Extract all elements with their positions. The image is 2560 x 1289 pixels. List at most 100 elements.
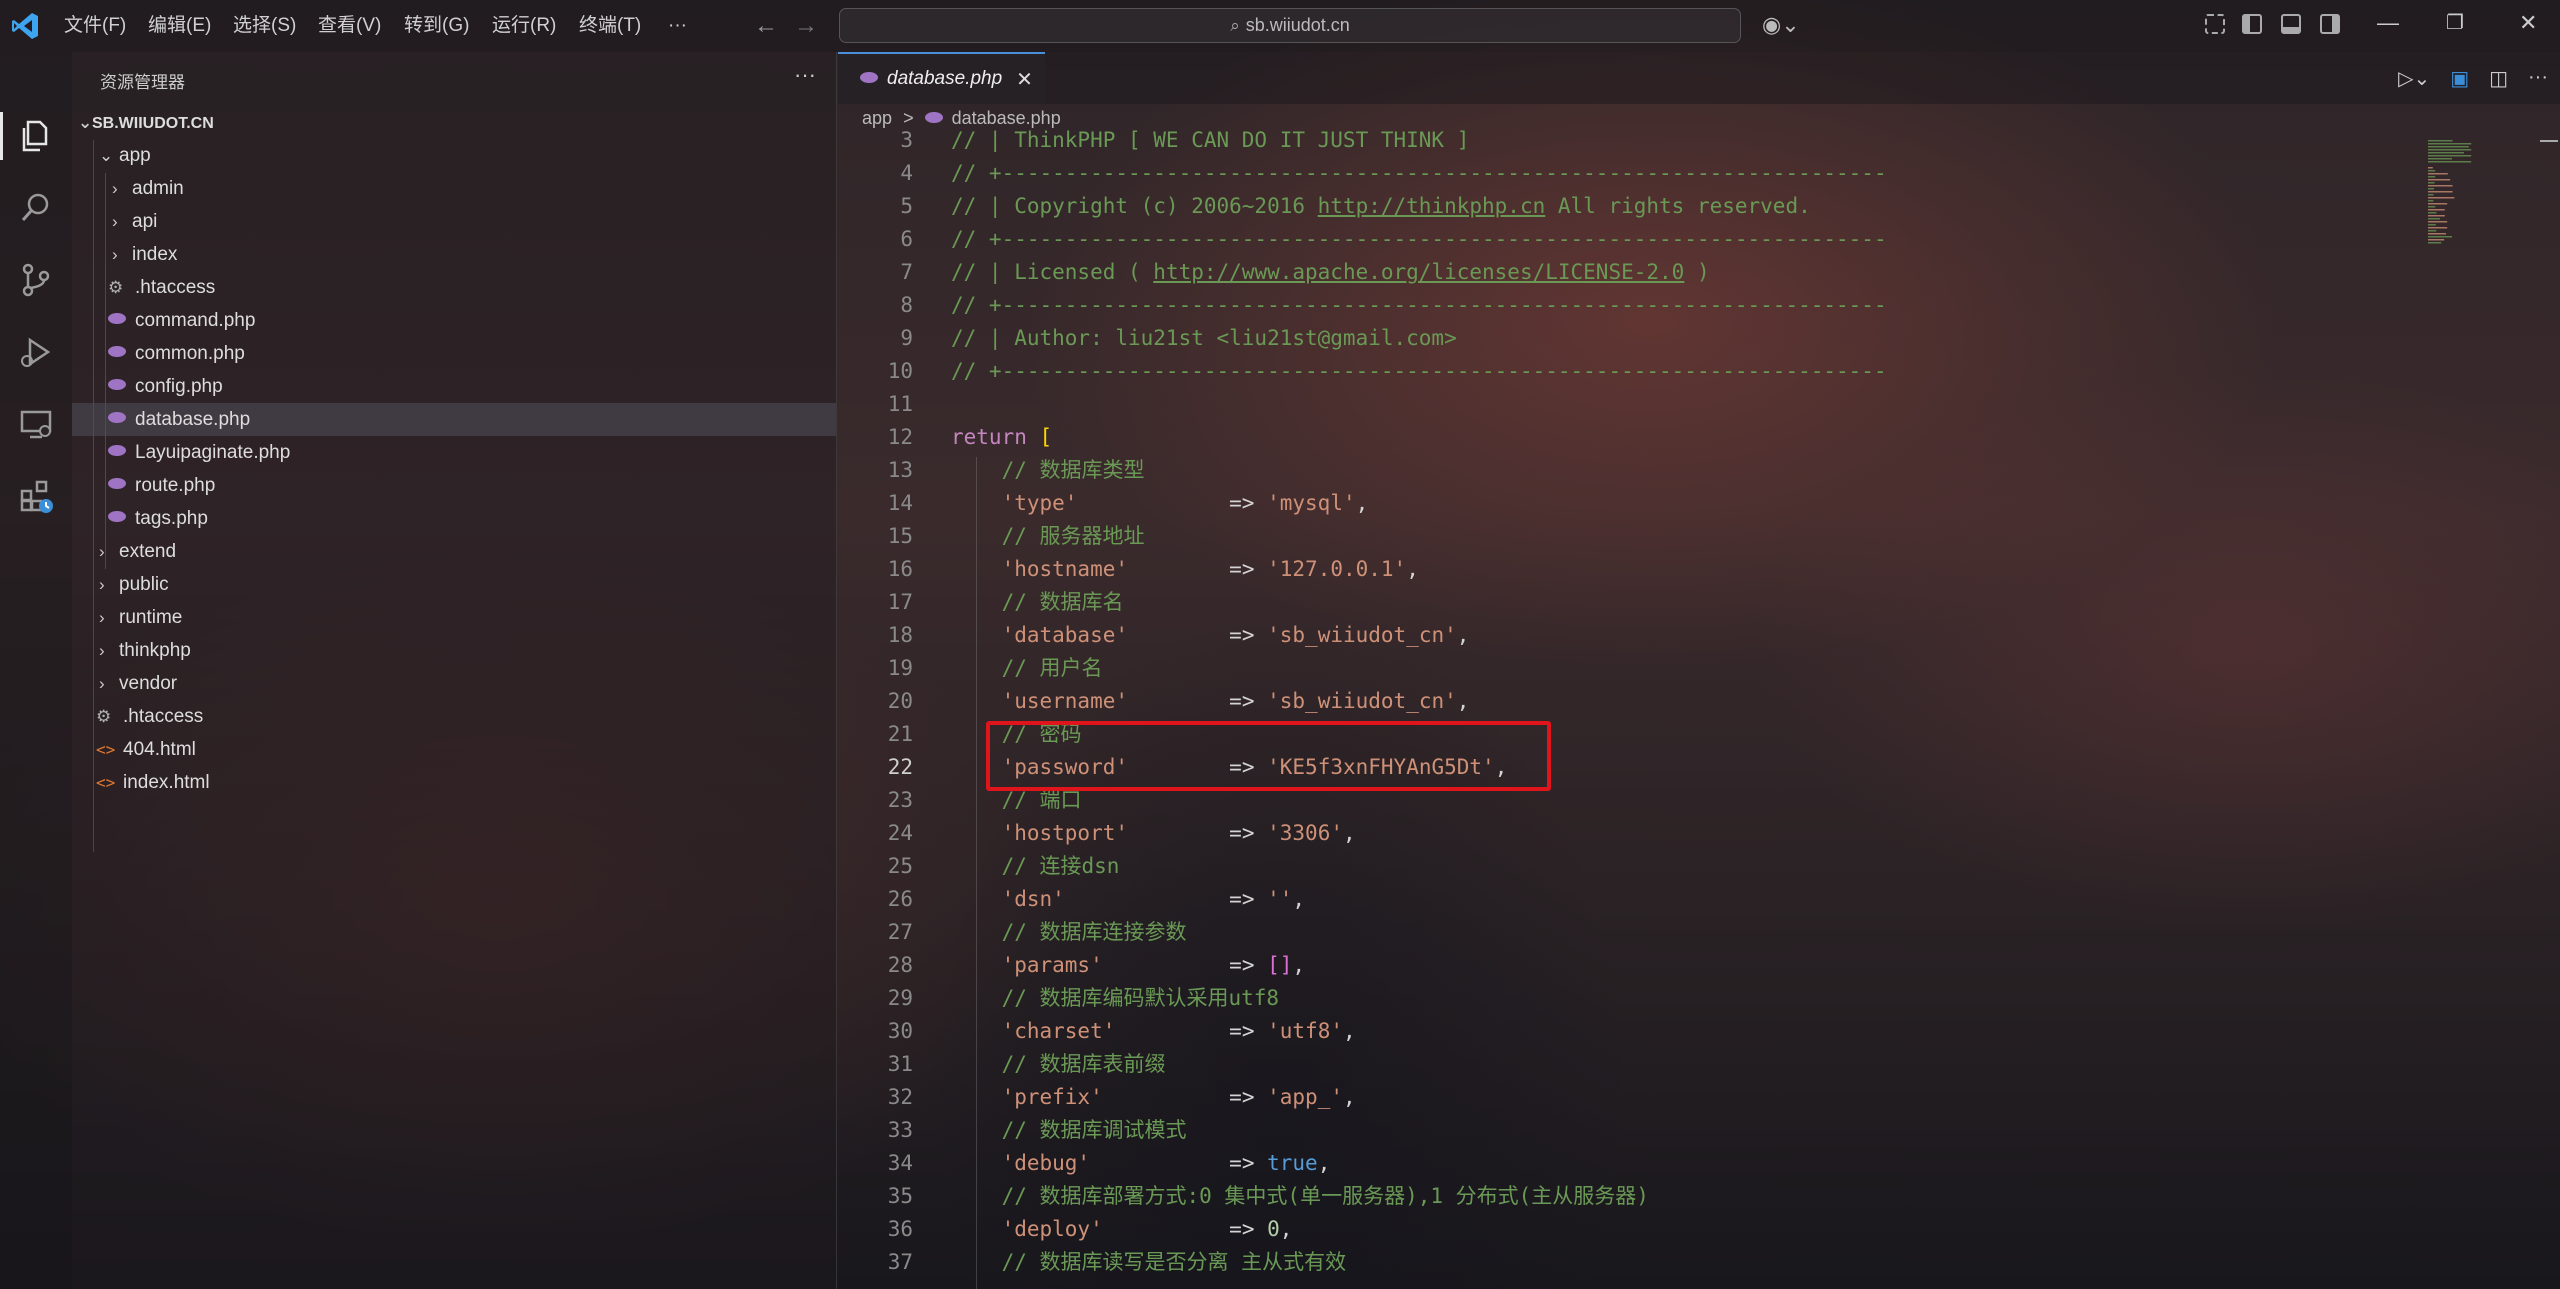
code-line[interactable]: // | Licensed ( http://www.apache.org/li… — [951, 256, 1710, 289]
tree-item-label: .htaccess — [135, 277, 216, 298]
tree-folder-index[interactable]: › index — [72, 238, 836, 271]
line-number: 12 — [887, 425, 913, 449]
menu-run[interactable]: 运行(R) — [492, 0, 556, 52]
tree-folder-extend[interactable]: › extend — [72, 535, 836, 568]
code-line[interactable]: // 数据库类型 — [951, 454, 1145, 487]
split-editor-icon[interactable]: ◫ — [2489, 66, 2508, 91]
tree-folder-api[interactable]: › api — [72, 205, 836, 238]
tree-file-layuipaginate-php[interactable]: Layuipaginate.php — [72, 436, 836, 469]
open-changes-icon[interactable]: ▣ — [2450, 66, 2469, 91]
arrow-left-icon[interactable]: ← — [754, 12, 778, 40]
tree-folder-runtime[interactable]: › runtime — [72, 601, 836, 634]
breadcrumb-file[interactable]: database.php — [952, 108, 1061, 128]
source-control-icon[interactable] — [18, 262, 54, 298]
run-debug-icon[interactable] — [18, 334, 54, 370]
code-line[interactable]: 'username' => 'sb_wiiudot_cn', — [951, 685, 1470, 718]
menu-edit[interactable]: 编辑(E) — [148, 0, 211, 52]
tree-file-root-htaccess[interactable]: ⚙ .htaccess — [72, 700, 836, 733]
code-line[interactable]: 'prefix' => 'app_', — [951, 1081, 1356, 1114]
minimap-line — [2428, 176, 2436, 178]
tree-file-command-php[interactable]: command.php — [72, 304, 836, 337]
tree-file-common-php[interactable]: common.php — [72, 337, 836, 370]
breadcrumb-app[interactable]: app — [862, 108, 892, 128]
code-line[interactable]: 'hostport' => '3306', — [951, 817, 1356, 850]
code-line[interactable]: return [ — [951, 421, 1052, 454]
minimap-line — [2428, 179, 2451, 181]
menu-view[interactable]: 查看(V) — [318, 0, 381, 52]
line-number: 7 — [900, 260, 913, 284]
menu-selection[interactable]: 选择(S) — [233, 0, 296, 52]
tab-database-php[interactable]: database.php ✕ — [838, 52, 1045, 104]
restore-icon[interactable]: ❐ — [2446, 10, 2464, 35]
extensions-icon[interactable] — [18, 478, 54, 514]
tree-file-htaccess[interactable]: ⚙ .htaccess — [72, 271, 836, 304]
customize-layout-icon[interactable] — [2205, 14, 2225, 34]
code-line[interactable]: 'dsn' => '', — [951, 883, 1306, 916]
code-line[interactable]: 'database' => 'sb_wiiudot_cn', — [951, 619, 1470, 652]
code-line[interactable]: // 数据库名 — [951, 586, 1124, 619]
code-line[interactable]: // | ThinkPHP [ WE CAN DO IT JUST THINK … — [951, 128, 1469, 157]
code-line[interactable]: 'charset' => 'utf8', — [951, 1015, 1356, 1048]
code-line[interactable]: // 数据库连接参数 — [951, 916, 1187, 949]
code-line[interactable]: // 服务器地址 — [951, 520, 1145, 553]
tree-file-database-php[interactable]: database.php — [72, 403, 836, 436]
tree-file-route-php[interactable]: route.php — [72, 469, 836, 502]
search-icon[interactable] — [18, 190, 54, 226]
command-center-search[interactable]: ⌕ sb.wiiudot.cn — [839, 8, 1741, 43]
tree-file-index-html[interactable]: <> index.html — [72, 766, 836, 799]
menu-goto[interactable]: 转到(G) — [404, 0, 469, 52]
minimap[interactable] — [2426, 136, 2498, 246]
workspace-root[interactable]: ⌄SB.WIIUDOT.CN — [72, 106, 836, 139]
tree-item-label: Layuipaginate.php — [135, 442, 291, 463]
more-actions-icon[interactable]: ··· — [794, 62, 816, 88]
tree-folder-vendor[interactable]: › vendor — [72, 667, 836, 700]
close-tab-icon[interactable]: ✕ — [1016, 67, 1033, 92]
tree-folder-public[interactable]: › public — [72, 568, 836, 601]
code-line[interactable]: // 数据库表前缀 — [951, 1048, 1166, 1081]
close-window-icon[interactable]: ✕ — [2519, 10, 2537, 36]
code-line[interactable]: // +------------------------------------… — [951, 223, 1887, 256]
arrow-right-icon[interactable]: → — [794, 12, 818, 40]
menu-more[interactable]: ··· — [668, 0, 687, 52]
line-number: 11 — [887, 392, 913, 416]
code-line[interactable]: // 数据库编码默认采用utf8 — [951, 982, 1280, 1015]
toggle-panel-icon[interactable] — [2281, 14, 2301, 34]
toggle-secondary-sidebar-icon[interactable] — [2320, 14, 2340, 34]
copilot-icon[interactable]: ◉⌄ — [1762, 12, 1800, 38]
line-number: 36 — [887, 1217, 913, 1241]
code-line[interactable]: // | Author: liu21st <liu21st@gmail.com> — [951, 322, 1457, 355]
code-line[interactable]: 'deploy' => 0, — [951, 1213, 1293, 1246]
code-line[interactable]: // +------------------------------------… — [951, 157, 1887, 190]
toggle-primary-sidebar-icon[interactable] — [2242, 14, 2262, 34]
remote-explorer-icon[interactable] — [18, 406, 54, 442]
code-line[interactable]: // | Copyright (c) 2006~2016 http://thin… — [951, 190, 1811, 223]
vscode-logo-icon — [12, 13, 38, 39]
code-line[interactable]: 'debug' => true, — [951, 1147, 1331, 1180]
code-line[interactable]: // 数据库部署方式:0 集中式(单一服务器),1 分布式(主从服务器) — [951, 1180, 1649, 1213]
code-line[interactable]: 'hostname' => '127.0.0.1', — [951, 553, 1419, 586]
run-icon[interactable]: ▷⌄ — [2398, 66, 2430, 91]
explorer-icon[interactable] — [18, 118, 54, 154]
minimize-icon[interactable]: — — [2377, 10, 2399, 36]
minimap-line — [2428, 188, 2434, 190]
code-editor[interactable]: 3 // | ThinkPHP [ WE CAN DO IT JUST THINK… — [838, 128, 2398, 1289]
code-line[interactable]: // 数据库调试模式 — [951, 1114, 1187, 1147]
code-line[interactable]: // 用户名 — [951, 652, 1103, 685]
menu-terminal[interactable]: 终端(T) — [579, 0, 641, 52]
minimap-line — [2428, 170, 2436, 172]
code-line[interactable]: // 数据库读写是否分离 主从式有效 — [951, 1246, 1347, 1279]
line-number: 22 — [887, 755, 913, 779]
more-actions-icon[interactable]: ··· — [2528, 66, 2548, 91]
tree-file-tags-php[interactable]: tags.php — [72, 502, 836, 535]
code-line[interactable]: // +------------------------------------… — [951, 289, 1887, 322]
code-line[interactable]: 'type' => 'mysql', — [951, 487, 1369, 520]
code-line[interactable]: // +------------------------------------… — [951, 355, 1887, 388]
tree-folder-admin[interactable]: › admin — [72, 172, 836, 205]
tree-folder-thinkphp[interactable]: › thinkphp — [72, 634, 836, 667]
tree-file-404-html[interactable]: <> 404.html — [72, 733, 836, 766]
tree-folder-app[interactable]: ⌄ app — [72, 139, 836, 172]
code-line[interactable]: 'params' => [], — [951, 949, 1306, 982]
menu-file[interactable]: 文件(F) — [64, 0, 126, 52]
code-line[interactable]: // 连接dsn — [951, 850, 1120, 883]
tree-file-config-php[interactable]: config.php — [72, 370, 836, 403]
